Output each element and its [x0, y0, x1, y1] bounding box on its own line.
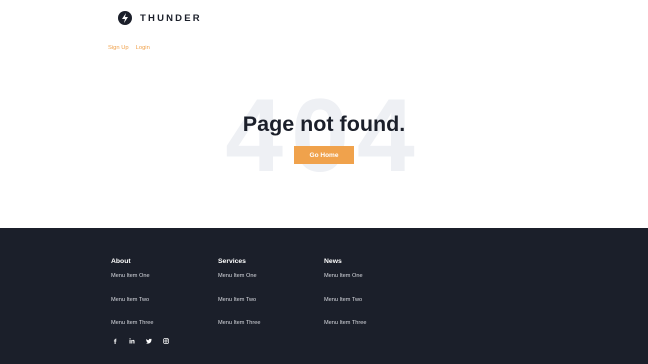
- site-header: THUNDER Sign Up Login: [0, 0, 648, 60]
- auth-links: Sign Up Login: [108, 45, 150, 51]
- footer-link[interactable]: Menu Item Two: [218, 297, 261, 316]
- footer-column-news: News Menu Item One Menu Item Two Menu It…: [324, 258, 367, 339]
- brand-logo[interactable]: THUNDER: [118, 11, 202, 25]
- page-title: Page not found.: [242, 112, 406, 136]
- not-found-section: 404 Page not found. Go Home: [0, 60, 648, 228]
- login-link[interactable]: Login: [136, 45, 150, 51]
- bolt-icon: [118, 11, 132, 25]
- footer-column-about: About Menu Item One Menu Item Two Menu I…: [111, 258, 154, 339]
- footer-link[interactable]: Menu Item One: [324, 273, 367, 292]
- footer-link[interactable]: Menu Item Three: [324, 320, 367, 339]
- instagram-icon[interactable]: [163, 338, 169, 344]
- footer-link[interactable]: Menu Item Two: [111, 297, 154, 316]
- social-links: [112, 338, 169, 344]
- footer-column-services: Services Menu Item One Menu Item Two Men…: [218, 258, 261, 339]
- footer-column-title: News: [324, 258, 342, 265]
- signup-link[interactable]: Sign Up: [108, 45, 129, 51]
- footer-column-title: Services: [218, 258, 246, 265]
- linkedin-icon[interactable]: [129, 338, 135, 344]
- brand-name: THUNDER: [140, 12, 202, 24]
- footer-column-title: About: [111, 258, 131, 265]
- footer-link[interactable]: Menu Item Two: [324, 297, 367, 316]
- footer-link[interactable]: Menu Item Three: [111, 320, 154, 339]
- footer-link[interactable]: Menu Item One: [218, 273, 261, 292]
- twitter-icon[interactable]: [146, 338, 152, 344]
- footer-link[interactable]: Menu Item One: [111, 273, 154, 292]
- footer-link[interactable]: Menu Item Three: [218, 320, 261, 339]
- go-home-button[interactable]: Go Home: [294, 146, 354, 164]
- facebook-icon[interactable]: [112, 338, 118, 344]
- site-footer: About Menu Item One Menu Item Two Menu I…: [0, 228, 648, 364]
